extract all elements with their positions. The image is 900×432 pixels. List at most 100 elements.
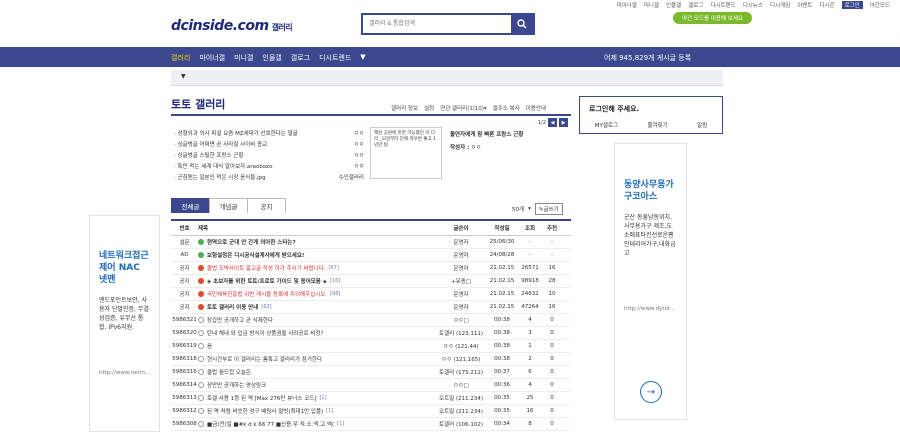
nav-item[interactable]: 디시트렌드 bbox=[319, 53, 351, 63]
nav-item[interactable]: 갤러리 bbox=[171, 53, 190, 63]
comment-count[interactable]: [67] bbox=[329, 265, 339, 271]
list-count-select[interactable]: 50개 bbox=[512, 205, 524, 213]
row-title-cell[interactable]: 국민체육진흥법 위반 게시물 등록에 주의해주십시오. [98] bbox=[198, 290, 437, 298]
table-row[interactable]: 5986320 탄내 해내 와 입금 방식이 상품권을 사려공로 비정? 토갤러 (… bbox=[171, 327, 571, 340]
concept-row[interactable]: · 성형외과 의사 피셜 요즘 MZ세대가 선호한다는 얼굴 ㅇㅇ bbox=[174, 129, 364, 140]
table-row[interactable]: 공지 국민체육진흥법 위반 게시물 등록에 주의해주십시오. [98] 운영자 21.0… bbox=[171, 288, 571, 301]
util-link[interactable]: 로그인 bbox=[841, 1, 863, 9]
row-writer[interactable]: ㅇㅇ (121.165) bbox=[437, 355, 485, 363]
comment-count[interactable]: [1] bbox=[337, 421, 344, 427]
comment-count[interactable]: [1] bbox=[319, 395, 326, 401]
concept-thumbnail[interactable]: 제련 공원에 흔한 가능했던 이 다리 _모일부터 단에 적우면 좋고 1년만 … bbox=[370, 127, 442, 179]
chevron-down-icon[interactable]: ▼ bbox=[360, 53, 365, 63]
nav-item[interactable]: 인물갤 bbox=[262, 53, 281, 63]
row-writer[interactable]: 운영자 bbox=[437, 290, 485, 298]
util-link[interactable]: 미니갤 bbox=[644, 1, 659, 9]
util-link[interactable]: 디시뉴스 bbox=[743, 1, 763, 9]
gallery-menu-item[interactable]: 갤러리 정보 bbox=[391, 104, 418, 112]
row-writer[interactable]: 토갤러 (106.102) bbox=[437, 420, 485, 428]
comment-count[interactable]: [98] bbox=[330, 291, 340, 297]
row-title-cell[interactable]: 음 bbox=[198, 342, 437, 350]
nav-item[interactable]: 마이너갤 bbox=[199, 53, 225, 63]
concept-row[interactable]: · 싱글벙글 스릴한 프랑스 근황 ㅇㅇ bbox=[174, 151, 364, 162]
table-row[interactable]: 공지 불법 도박사이트 홍고글 작성 하가 주시기 바랍니다. [67] 운영자 21.… bbox=[171, 262, 571, 275]
gallery-menu-item[interactable]: 연관 갤러리(1/10)▾ bbox=[440, 104, 486, 112]
util-link[interactable]: 디시콘 bbox=[819, 1, 834, 9]
row-title-cell[interactable]: 불법 도박사이트 홍고글 작성 하가 주시기 바랍니다. [67] bbox=[198, 264, 437, 272]
util-link[interactable]: 이벤트 bbox=[797, 1, 812, 9]
row-title-cell[interactable]: 장갑만 공개하고 곧 삭제한다 bbox=[198, 316, 437, 324]
row-title[interactable]: 현시간부로 이 갤러리는 톰톡고 갤러리가 점거한다 bbox=[207, 355, 322, 363]
row-title-cell[interactable]: 클럽 월드컵 오늘은 bbox=[198, 368, 437, 376]
table-row[interactable]: 5986316 클럽 월드컵 오늘은 토갤러 (175.212) 00:37 6 0 bbox=[171, 366, 571, 379]
search-input[interactable] bbox=[363, 15, 511, 33]
gallery-menu-item[interactable]: 갤주소 복사 bbox=[493, 104, 520, 112]
table-row[interactable]: 공지 토토 갤러리 이용 안내 [62] 운영자 21.02.15 47264 16 bbox=[171, 301, 571, 314]
login-link[interactable]: 알림 bbox=[697, 121, 707, 129]
table-row[interactable]: 5986313 토갤 사용 1등 된 역 [Max 276만 뷰너스 코드] [1]… bbox=[171, 392, 571, 405]
row-writer[interactable]: 운영자 bbox=[437, 251, 485, 259]
row-title[interactable]: 불법 도박사이트 홍고글 작성 하가 주시기 바랍니다. bbox=[207, 264, 326, 272]
concept-row[interactable]: · 특만 먹는 세계 대식 알아보자.araobozo ㅇㅇ bbox=[174, 162, 364, 173]
table-row[interactable]: 5986321 장갑만 공개하고 곧 삭제한다 ㅇㅇ□ 00:38 4 0 bbox=[171, 314, 571, 327]
login-link[interactable]: 즐겨찾기 bbox=[647, 121, 667, 129]
login-link[interactable]: MY갤로그 bbox=[595, 121, 618, 129]
gallery-menu-item[interactable]: 이용안내 bbox=[526, 104, 546, 112]
util-link[interactable]: 디시게임 bbox=[770, 1, 790, 9]
arrow-right-icon[interactable]: → bbox=[640, 381, 662, 403]
row-writer[interactable]: ㅇㅇ (121.44) bbox=[437, 342, 485, 350]
row-writer[interactable]: 운영자 bbox=[437, 264, 485, 272]
row-title-cell[interactable]: 토토 갤러리 이용 안내 [62] bbox=[198, 303, 437, 311]
row-title-cell[interactable]: ■금(전)일 ■#k d k 66 77 ■신용.무.적.소.액.고.액([1] bbox=[198, 420, 437, 428]
row-title[interactable]: ■금(전)일 ■#k d k 66 77 ■신용.무.적.소.액.고.액( bbox=[207, 420, 334, 428]
table-row[interactable]: 5986318 현시간부로 이 갤러리는 톰톡고 갤러리가 점거한다 ㅇㅇ (121… bbox=[171, 353, 571, 366]
row-writer[interactable]: +유종□ bbox=[437, 277, 485, 285]
row-writer[interactable]: 운영자 bbox=[437, 238, 485, 246]
row-title[interactable]: ◈ 초보자를 위한 토토/프로토 가이드 및 용어모음 ◈ bbox=[207, 277, 327, 285]
tab-0[interactable]: 전체글 bbox=[171, 198, 210, 213]
row-title-cell[interactable]: 된 역 처럼 비슷한 영구 배팅사 멀빗(최대1만 입플) [1] bbox=[198, 407, 437, 415]
row-title-cell[interactable]: 탄내 해내 와 입금 방식이 상품권을 사려공로 비정? bbox=[198, 329, 437, 337]
row-title[interactable]: 토토 갤러리 이용 안내 bbox=[207, 303, 258, 311]
util-link[interactable]: 인물갤 bbox=[666, 1, 681, 9]
ad-right[interactable]: 동양사무용가구코아스 군산 동흥남동위치, 사무용가구 제조,도소매표타킨선로운… bbox=[614, 143, 687, 420]
row-title[interactable]: 토갤 사용 1등 된 역 [Max 276만 뷰너스 코드] bbox=[207, 394, 316, 402]
row-title-cell[interactable]: 보험설정은 디시공식설계사에게 받으세요! bbox=[198, 251, 437, 259]
nav-item[interactable]: 갤로그 bbox=[291, 53, 310, 63]
row-title[interactable]: 장갑만 공개하고 곧 삭제한다 bbox=[207, 316, 273, 324]
util-link[interactable]: 야간모드 bbox=[870, 1, 890, 9]
concept-row[interactable]: · 싱글벙글 어쩌면 곧 사라질 사이비 종교 ㅇㅇ bbox=[174, 140, 364, 151]
util-link[interactable]: 갤로그 bbox=[688, 1, 703, 9]
row-writer[interactable]: 오트밀 (211.234) bbox=[437, 407, 485, 415]
table-row[interactable]: 공지 ◈ 초보자를 위한 토토/프로토 가이드 및 용어모음 ◈ [16] +유종□ 2… bbox=[171, 275, 571, 288]
table-row[interactable]: 5986308 ■금(전)일 ■#k d k 66 77 ■신용.무.적.소.액.… bbox=[171, 418, 571, 431]
row-title-cell[interactable]: 토갤 사용 1등 된 역 [Max 276만 뷰너스 코드] [1] bbox=[198, 394, 437, 402]
row-writer[interactable]: ㅇㅇ□ bbox=[437, 316, 485, 324]
table-row[interactable]: 5986319 음 ㅇㅇ (121.44) 00:38 1 0 bbox=[171, 340, 571, 353]
comment-count[interactable]: [16] bbox=[330, 278, 340, 284]
comment-count[interactable]: [62] bbox=[261, 304, 271, 310]
row-writer[interactable]: 토갤러 (123.111) bbox=[437, 329, 485, 337]
table-row[interactable]: AD 보험설정은 디시공식설계사에게 받으세요! 운영자 24/08/28 - - bbox=[171, 249, 571, 262]
util-link[interactable]: 디시트렌드 bbox=[710, 1, 735, 9]
tab-2[interactable]: 공지 bbox=[247, 198, 286, 213]
table-row[interactable]: 5986312 된 역 처럼 비슷한 영구 배팅사 멀빗(최대1만 입플) [1] 오… bbox=[171, 405, 571, 418]
row-title-cell[interactable]: 현역으로 군대 안 간게 의아한 스타는? bbox=[198, 238, 437, 246]
row-title-cell[interactable]: ◈ 초보자를 위한 토토/프로토 가이드 및 용어모음 ◈ [16] bbox=[198, 277, 437, 285]
row-title[interactable]: 음 bbox=[207, 342, 212, 350]
gallery-menu-item[interactable]: 설정 bbox=[424, 104, 434, 112]
table-row[interactable]: 5986314 장만만 공개하는 영상링크 ㅇㅇ□ 00:36 4 0 bbox=[171, 379, 571, 392]
row-title[interactable]: 국민체육진흥법 위반 게시물 등록에 주의해주십시오. bbox=[207, 290, 327, 298]
row-writer[interactable]: 운영자 bbox=[437, 303, 485, 311]
ad-left[interactable]: 네트워크접근제어 NAC 넷맨 엔드포인트보안, 사용자 단말인증, 무결성검증… bbox=[89, 215, 160, 432]
row-title[interactable]: 된 역 처럼 비슷한 영구 배팅사 멀빗(최대1만 입플) bbox=[207, 407, 323, 415]
row-title[interactable]: 탄내 해내 와 입금 방식이 상품권을 사려공로 비정? bbox=[207, 329, 323, 337]
search-button[interactable] bbox=[511, 15, 533, 33]
nav-item[interactable]: 미니갤 bbox=[234, 53, 253, 63]
dropdown-icon[interactable]: ▼ bbox=[181, 73, 186, 80]
row-writer[interactable]: 오트밀 (211.234) bbox=[437, 394, 485, 402]
site-logo[interactable]: dcinside.com 갤러리 bbox=[171, 18, 293, 34]
row-title[interactable]: 클럽 월드컵 오늘은 bbox=[207, 368, 251, 376]
featured-post[interactable]: 돌연자에게 참 빠른 프랑스 근황 작성자 : ㅇㅇ bbox=[450, 129, 523, 155]
tab-1[interactable]: 개념글 bbox=[209, 198, 248, 213]
